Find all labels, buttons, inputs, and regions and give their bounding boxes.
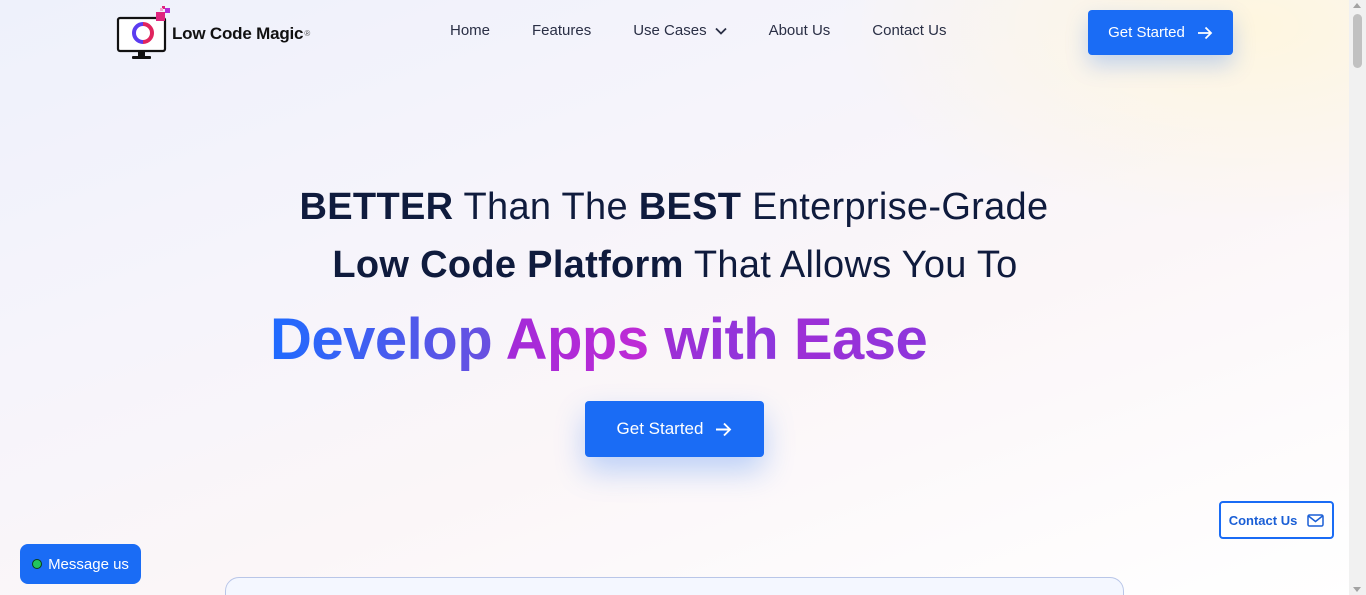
hero-heading-line1: BETTER Than The BEST Enterprise-Grade bbox=[0, 186, 1357, 229]
hero-bold-best: BEST bbox=[638, 186, 742, 228]
nav-item-label: Use Cases bbox=[633, 22, 707, 39]
hero-get-started-button[interactable]: Get Started bbox=[585, 401, 764, 457]
animated-word-with: with bbox=[664, 307, 779, 372]
animated-word-ease: Ease bbox=[793, 307, 928, 372]
page-scrollbar[interactable] bbox=[1349, 0, 1366, 595]
chevron-down-icon bbox=[714, 27, 727, 35]
nav-item-label: Home bbox=[450, 22, 491, 39]
animated-word-develop: Develop bbox=[270, 307, 493, 372]
monitor-logo-icon bbox=[116, 6, 170, 60]
hero-animated-text: Develop Apps with Ease bbox=[270, 306, 928, 373]
floating-contact-button[interactable]: Contact Us bbox=[1219, 501, 1334, 539]
product-preview-card bbox=[225, 577, 1124, 595]
animated-word-apps: Apps bbox=[505, 307, 650, 372]
nav-item-home[interactable]: Home bbox=[450, 22, 490, 39]
hero-text: Enterprise-Grade bbox=[741, 186, 1049, 228]
hero-text: Than The bbox=[453, 186, 639, 228]
nav-item-features[interactable]: Features bbox=[532, 22, 591, 39]
main-nav: Home Features Use Cases About Us Contact… bbox=[450, 22, 946, 39]
nav-item-label: Features bbox=[532, 22, 592, 39]
site-header: Low Code Magic ® Home Features Use Cases… bbox=[0, 0, 1349, 66]
online-status-icon bbox=[32, 559, 43, 569]
hero-text: That Allows You To bbox=[683, 244, 1018, 286]
button-label: Get Started bbox=[616, 419, 704, 438]
mail-icon bbox=[1307, 513, 1325, 527]
message-us-button[interactable]: Message us bbox=[20, 544, 141, 584]
button-label: Get Started bbox=[1108, 24, 1185, 41]
hero-heading-line2: Low Code Platform That Allows You To bbox=[0, 244, 1358, 287]
arrow-right-icon bbox=[716, 422, 732, 436]
brand-name: Low Code Magic bbox=[172, 24, 304, 43]
brand-logo[interactable]: Low Code Magic ® bbox=[116, 6, 316, 60]
nav-item-use-cases[interactable]: Use Cases bbox=[633, 22, 727, 39]
nav-item-about-us[interactable]: About Us bbox=[769, 22, 831, 39]
header-get-started-button[interactable]: Get Started bbox=[1088, 10, 1233, 55]
scroll-down-icon[interactable] bbox=[1353, 587, 1361, 592]
nav-item-label: Contact Us bbox=[872, 22, 947, 39]
scroll-up-icon[interactable] bbox=[1353, 3, 1361, 8]
button-label: Message us bbox=[48, 555, 129, 573]
scrollbar-thumb[interactable] bbox=[1353, 14, 1362, 68]
hero-bold-platform: Low Code Platform bbox=[332, 244, 684, 286]
button-label: Contact Us bbox=[1228, 512, 1298, 528]
nav-item-contact-us[interactable]: Contact Us bbox=[872, 22, 946, 39]
nav-item-label: About Us bbox=[768, 22, 831, 39]
registered-mark: ® bbox=[304, 28, 311, 38]
arrow-right-icon bbox=[1197, 26, 1213, 39]
hero-bold-better: BETTER bbox=[299, 186, 454, 228]
